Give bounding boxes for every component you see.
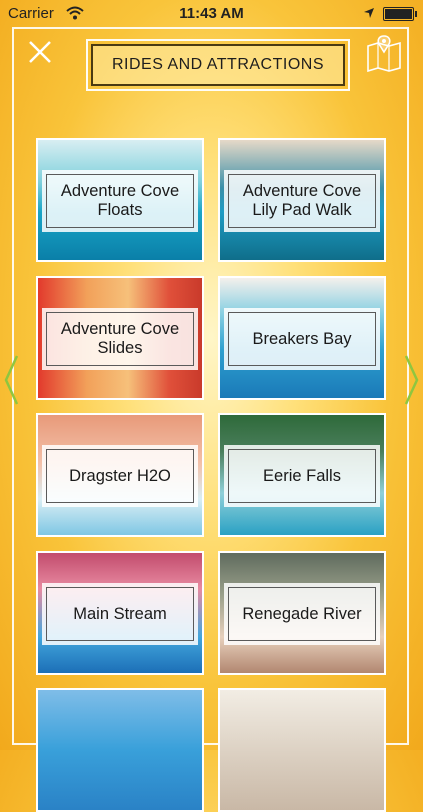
attraction-tile-eerie-falls[interactable]: Eerie Falls bbox=[218, 413, 386, 537]
location-arrow-icon bbox=[363, 6, 375, 23]
page-title-box: RIDES AND ATTRACTIONS bbox=[86, 39, 350, 91]
map-pin-icon bbox=[367, 35, 401, 73]
attraction-image bbox=[220, 690, 384, 810]
next-arrow[interactable] bbox=[403, 353, 421, 407]
attraction-tile-partial[interactable] bbox=[36, 688, 204, 812]
attraction-tile-adventure-cove-slides[interactable]: Adventure Cove Slides bbox=[36, 276, 204, 400]
attraction-tile-partial[interactable] bbox=[218, 688, 386, 812]
chevron-right-icon bbox=[404, 355, 419, 405]
attraction-label: Main Stream bbox=[73, 604, 167, 623]
attraction-label: Eerie Falls bbox=[263, 466, 341, 485]
attraction-label: Breakers Bay bbox=[252, 329, 352, 348]
attraction-label: Adventure Cove Lily Pad Walk bbox=[242, 182, 362, 219]
battery-icon bbox=[383, 7, 417, 21]
attraction-label: Adventure Cove Floats bbox=[60, 182, 180, 219]
attraction-label: Dragster H2O bbox=[69, 466, 171, 485]
map-button[interactable] bbox=[365, 34, 403, 73]
previous-arrow[interactable] bbox=[2, 353, 20, 407]
page-title: RIDES AND ATTRACTIONS bbox=[91, 44, 345, 86]
attraction-image bbox=[38, 690, 202, 810]
attraction-tile-breakers-bay[interactable]: Breakers Bay bbox=[218, 276, 386, 400]
attraction-label: Renegade River bbox=[242, 604, 362, 623]
attraction-tile-main-stream[interactable]: Main Stream bbox=[36, 551, 204, 675]
status-bar: Carrier 11:43 AM bbox=[0, 0, 423, 28]
chevron-left-icon bbox=[4, 355, 19, 405]
attraction-tile-adventure-cove-floats[interactable]: Adventure Cove Floats bbox=[36, 138, 204, 262]
attraction-tile-lily-pad-walk[interactable]: Adventure Cove Lily Pad Walk bbox=[218, 138, 386, 262]
attraction-label: Adventure Cove Slides bbox=[60, 320, 180, 357]
attraction-tile-renegade-river[interactable]: Renegade River bbox=[218, 551, 386, 675]
clock: 11:43 AM bbox=[179, 5, 244, 22]
close-button[interactable] bbox=[26, 38, 54, 66]
attraction-tile-dragster-h2o[interactable]: Dragster H2O bbox=[36, 413, 204, 537]
close-icon bbox=[29, 41, 51, 63]
